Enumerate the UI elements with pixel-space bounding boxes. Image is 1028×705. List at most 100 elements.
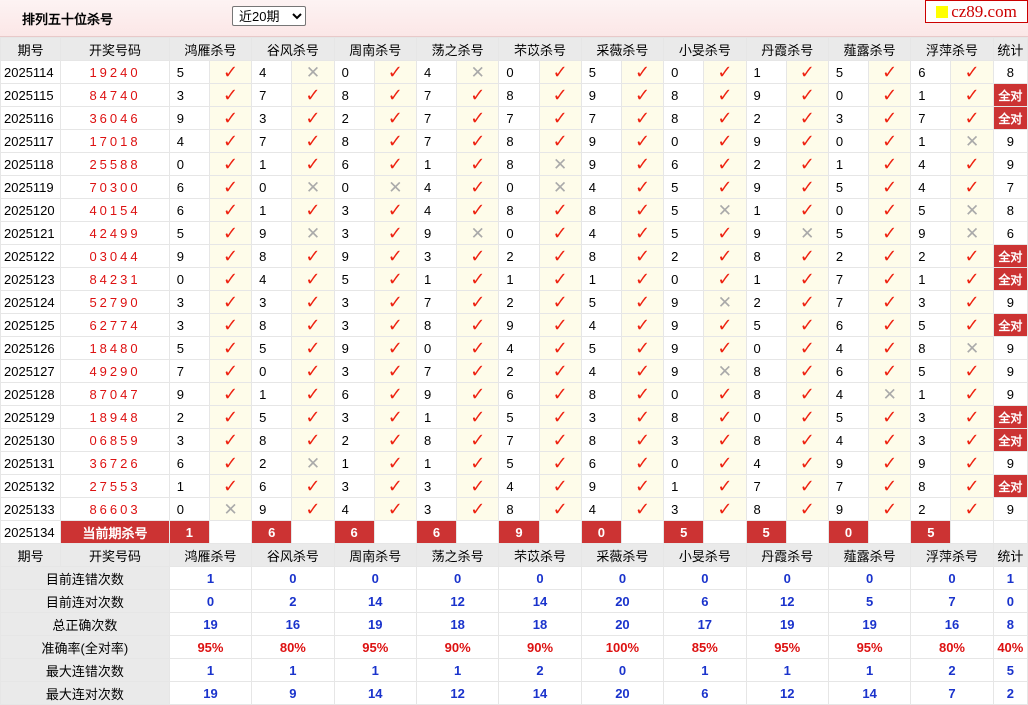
result-mark-cell: ✓: [456, 83, 500, 107]
kill-number-cell: 3: [168, 428, 210, 452]
stat-cell: 9: [992, 497, 1028, 521]
check-icon: ✓: [634, 453, 651, 473]
result-mark-cell: ✕: [291, 221, 335, 245]
stat-cell: 9: [992, 129, 1028, 153]
result-mark-cell: ✓: [620, 106, 665, 130]
result-mark-cell: ✓: [538, 106, 582, 130]
check-icon: ✓: [634, 384, 651, 404]
result-mark-cell: ✓: [620, 152, 665, 176]
check-icon: ✓: [964, 177, 980, 197]
result-mark-cell: ✓: [208, 405, 253, 429]
check-icon: ✓: [305, 131, 321, 151]
result-mark-cell: ✓: [703, 267, 747, 291]
summary-value: 20: [580, 681, 665, 705]
kill-number-cell: 0: [663, 382, 705, 406]
result-mark-cell: ✓: [785, 267, 829, 291]
current-empty-cell: [208, 520, 253, 544]
kill-number-cell: 9: [745, 175, 787, 199]
kill-number-cell: 1: [498, 267, 540, 291]
kill-number-cell: 6: [168, 198, 210, 222]
col-header-expert: 采薇杀号: [580, 37, 665, 61]
result-mark-cell: ✓: [703, 497, 747, 521]
check-icon: ✓: [882, 315, 898, 335]
table-row: 2025114 19240 5 ✓ 4 ✕ 0 ✓ 4 ✕ 0 ✓ 5 ✓ 0 ✓ 1 ✓ 5 ✓ 6 ✓ 8: [0, 60, 1028, 84]
col-header-expert: 周南杀号: [333, 37, 417, 61]
summary-stat: 5: [992, 658, 1028, 682]
check-icon: ✓: [387, 200, 403, 220]
kill-number-cell: 0: [663, 129, 705, 153]
current-kill-number: 6: [333, 520, 375, 544]
result-mark-cell: ✓: [291, 129, 335, 153]
kill-number-cell: 8: [498, 497, 540, 521]
kill-number-cell: 0: [745, 405, 787, 429]
result-mark-cell: ✓: [456, 382, 500, 406]
result-mark-cell: ✓: [291, 428, 335, 452]
summary-label: 最大连错次数: [0, 658, 170, 682]
header-row: 期号 开奖号码 鸿雁杀号 谷风杀号 周南杀号 荡之杀号 芣苡杀号 采薇杀号 小旻杀号 丹霞杀号 薤露…: [0, 543, 1028, 567]
check-icon: ✓: [799, 85, 815, 105]
table-row: 2025125 62774 3 ✓ 8 ✓ 3 ✓ 8 ✓ 9 ✓ 4 ✓ 9 ✓ 5 ✓ 6 ✓ 5 ✓ 全对: [0, 313, 1028, 337]
check-icon: ✓: [305, 269, 321, 289]
result-mark-cell: ✓: [950, 290, 994, 314]
kill-number-cell: 9: [910, 221, 952, 245]
check-icon: ✓: [223, 269, 239, 289]
result-mark-cell: ✕: [456, 60, 500, 84]
check-icon: ✓: [470, 476, 486, 496]
result-mark-cell: ✓: [703, 221, 747, 245]
summary-value: 95%: [168, 635, 253, 659]
period-cell: 2025115: [0, 83, 62, 107]
kill-number-cell: 8: [745, 244, 787, 268]
summary-value: 1: [333, 658, 417, 682]
kill-number-cell: 3: [910, 290, 952, 314]
check-icon: ✓: [799, 361, 815, 381]
result-mark-cell: ✓: [868, 152, 912, 176]
current-kill-number: 0: [580, 520, 622, 544]
result-mark-cell: ✓: [785, 474, 829, 498]
kill-number-cell: 9: [168, 244, 210, 268]
check-icon: ✓: [634, 177, 651, 197]
period-cell: 2025131: [0, 451, 62, 475]
stat-cell: 9: [992, 359, 1028, 383]
kill-number-cell: 8: [663, 405, 705, 429]
all-correct-badge: 全对: [992, 106, 1028, 130]
check-icon: ✓: [964, 384, 980, 404]
kill-number-cell: 0: [168, 497, 210, 521]
result-mark-cell: ✓: [538, 336, 582, 360]
stat-cell: 8: [992, 60, 1028, 84]
period-range-select[interactable]: 近20期: [232, 6, 306, 26]
result-mark-cell: ✓: [208, 267, 253, 291]
kill-number-cell: 9: [663, 336, 705, 360]
kill-number-cell: 2: [910, 244, 952, 268]
result-mark-cell: ✓: [868, 290, 912, 314]
result-mark-cell: ✓: [208, 474, 253, 498]
summary-value: 7: [910, 681, 994, 705]
period-cell: 2025126: [0, 336, 62, 360]
check-icon: ✓: [882, 361, 898, 381]
check-icon: ✓: [223, 338, 239, 358]
header-row: 期号 开奖号码 鸿雁杀号 谷风杀号 周南杀号 荡之杀号 芣苡杀号 采薇杀号 小旻杀号 丹霞杀号 薤露…: [0, 37, 1028, 61]
all-correct-badge: 全对: [992, 267, 1028, 291]
check-icon: ✓: [799, 62, 815, 82]
result-mark-cell: ✓: [950, 267, 994, 291]
summary-value: 95%: [745, 635, 829, 659]
kill-number-cell: 8: [580, 428, 622, 452]
result-mark-cell: ✓: [620, 428, 665, 452]
result-mark-cell: ✓: [208, 175, 253, 199]
check-icon: ✓: [964, 315, 980, 335]
result-mark-cell: ✓: [538, 451, 582, 475]
kill-number-cell: 2: [251, 451, 293, 475]
summary-value: 80%: [251, 635, 335, 659]
table-row: 2025119 70300 6 ✓ 0 ✕ 0 ✕ 4 ✓ 0 ✕ 4 ✓ 5 ✓ 9 ✓ 5 ✓ 4 ✓ 7: [0, 175, 1028, 199]
summary-value: 2: [498, 658, 582, 682]
site-logo[interactable]: cz89.com: [925, 0, 1028, 23]
result-mark-cell: ✓: [868, 474, 912, 498]
check-icon: ✓: [882, 407, 898, 427]
check-icon: ✓: [387, 407, 403, 427]
result-mark-cell: ✓: [868, 336, 912, 360]
draw-number-cell: 40154: [60, 198, 170, 222]
stat-cell: 9: [992, 451, 1028, 475]
period-cell: 2025119: [0, 175, 62, 199]
check-icon: ✓: [882, 269, 898, 289]
result-mark-cell: ✓: [620, 451, 665, 475]
all-correct-badge: 全对: [992, 405, 1028, 429]
